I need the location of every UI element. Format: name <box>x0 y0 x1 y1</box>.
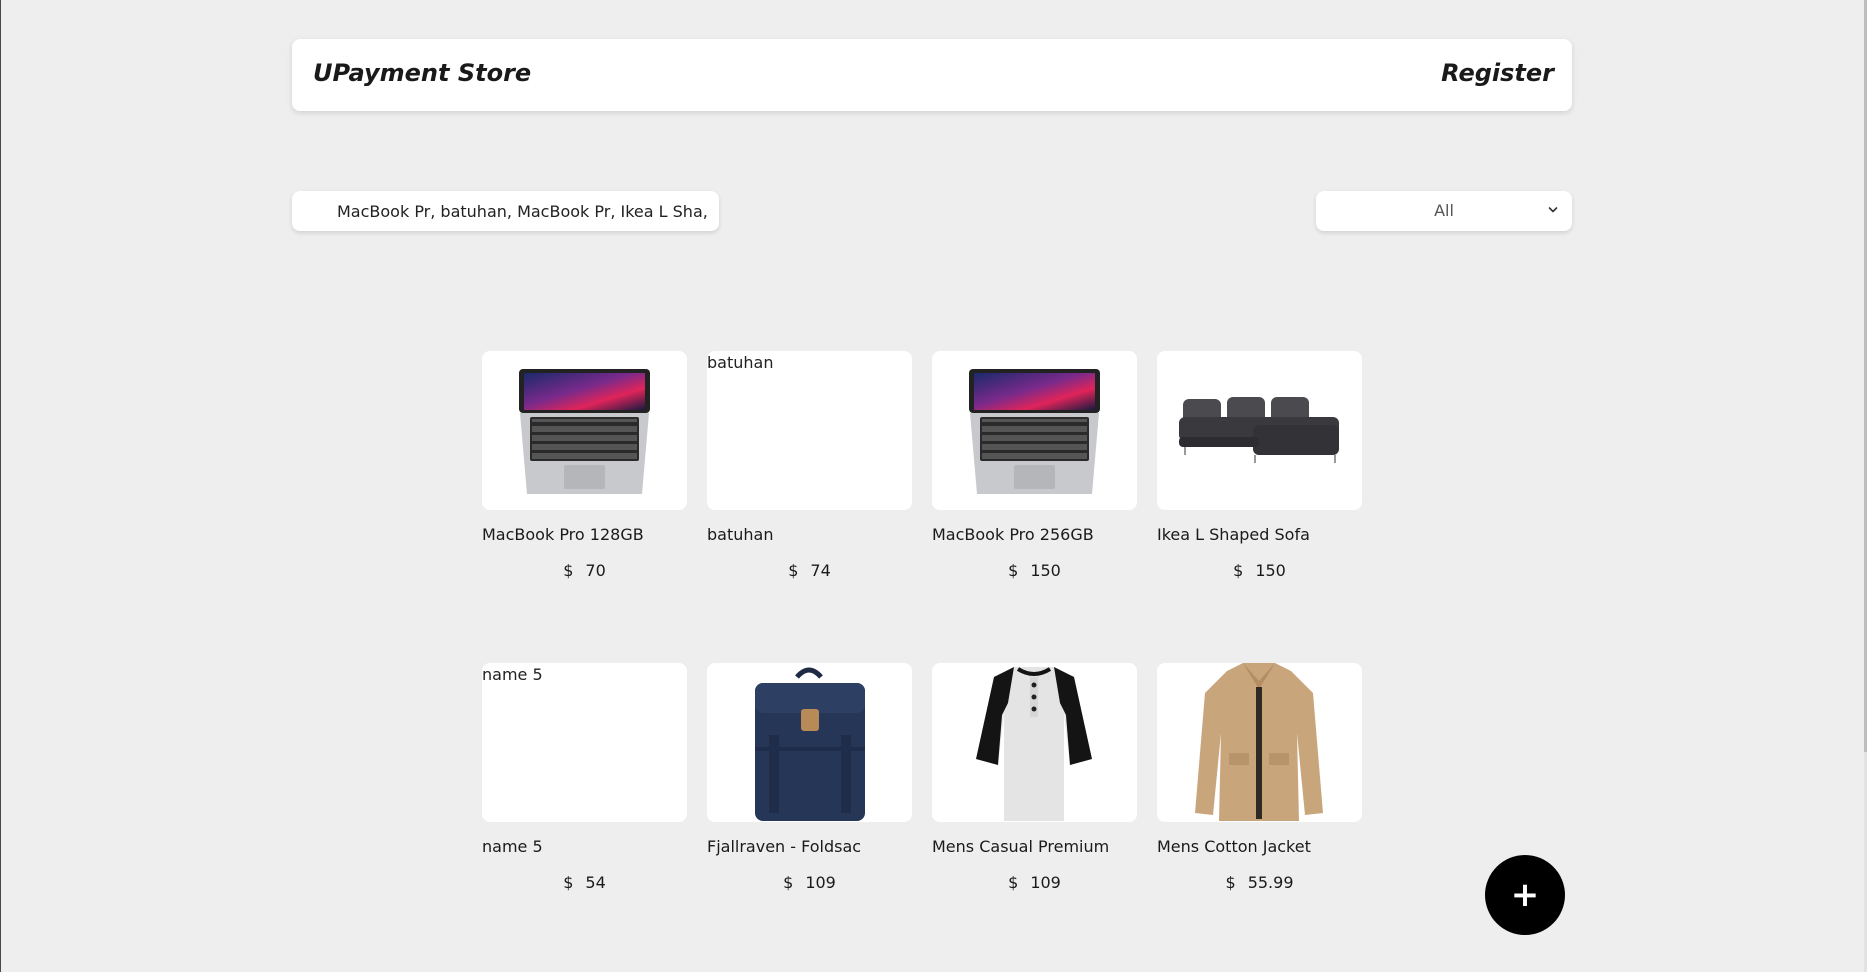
search-input[interactable] <box>292 191 719 231</box>
product-image[interactable] <box>932 663 1137 822</box>
laptop-image <box>969 369 1100 494</box>
price-value: 150 <box>1255 561 1286 580</box>
currency-symbol: $ <box>1225 873 1236 892</box>
currency-symbol: $ <box>563 561 574 580</box>
currency-symbol: $ <box>563 873 574 892</box>
product-card[interactable]: batuhan batuhan $74 <box>707 351 912 580</box>
product-card[interactable]: Mens Casual Premium $109 <box>932 663 1137 892</box>
navbar: UPayment Store Register <box>292 39 1572 111</box>
product-price: $70 <box>482 561 687 580</box>
product-price: $54 <box>482 873 687 892</box>
product-price: $55.99 <box>1157 873 1362 892</box>
product-card[interactable]: MacBook Pro 128GB $70 <box>482 351 687 580</box>
sofa-image <box>1179 397 1339 463</box>
category-select-value: All <box>1434 201 1454 220</box>
product-name[interactable]: batuhan <box>707 525 773 544</box>
currency-symbol: $ <box>1233 561 1244 580</box>
product-name[interactable]: Fjallraven - Foldsac <box>707 837 861 856</box>
product-name[interactable]: Mens Cotton Jacket <box>1157 837 1311 856</box>
product-image[interactable] <box>1157 663 1362 822</box>
currency-symbol: $ <box>1008 561 1019 580</box>
price-value: 150 <box>1030 561 1061 580</box>
price-value: 55.99 <box>1247 873 1294 892</box>
register-link[interactable]: Register <box>1441 59 1554 87</box>
product-price: $74 <box>707 561 912 580</box>
product-card[interactable]: name 5 name 5 $54 <box>482 663 687 892</box>
add-product-button[interactable]: + <box>1485 855 1565 935</box>
product-image[interactable]: batuhan <box>707 351 912 510</box>
backpack-image <box>755 667 865 821</box>
currency-symbol: $ <box>783 873 794 892</box>
laptop-image <box>519 369 650 494</box>
broken-image-alt: batuhan <box>707 353 774 372</box>
product-card[interactable]: Fjallraven - Foldsac $109 <box>707 663 912 892</box>
product-image[interactable] <box>1157 351 1362 510</box>
product-price: $109 <box>707 873 912 892</box>
product-image[interactable] <box>482 351 687 510</box>
product-price: $150 <box>1157 561 1362 580</box>
broken-image-alt: name 5 <box>482 665 543 684</box>
product-price: $150 <box>932 561 1137 580</box>
product-card[interactable]: Ikea L Shaped Sofa $150 <box>1157 351 1362 580</box>
product-image[interactable]: name 5 <box>482 663 687 822</box>
tshirt-image <box>976 667 1092 821</box>
chevron-down-icon <box>1548 207 1558 213</box>
product-card[interactable]: Mens Cotton Jacket $55.99 <box>1157 663 1362 892</box>
price-value: 54 <box>585 873 606 892</box>
currency-symbol: $ <box>1008 873 1019 892</box>
product-price: $109 <box>932 873 1137 892</box>
product-image[interactable] <box>707 663 912 822</box>
product-name[interactable]: Ikea L Shaped Sofa <box>1157 525 1310 544</box>
price-value: 70 <box>585 561 606 580</box>
window-edge <box>0 0 1 972</box>
price-value: 109 <box>1030 873 1061 892</box>
product-card[interactable]: MacBook Pro 256GB $150 <box>932 351 1137 580</box>
product-name[interactable]: name 5 <box>482 837 543 856</box>
currency-symbol: $ <box>788 561 799 580</box>
store-brand[interactable]: UPayment Store <box>313 59 531 87</box>
product-name[interactable]: MacBook Pro 128GB <box>482 525 644 544</box>
plus-icon: + <box>1510 875 1540 915</box>
product-name[interactable]: Mens Casual Premium <box>932 837 1109 856</box>
product-image[interactable] <box>932 351 1137 510</box>
product-name[interactable]: MacBook Pro 256GB <box>932 525 1094 544</box>
price-value: 74 <box>810 561 831 580</box>
category-select[interactable]: All <box>1316 191 1572 231</box>
page: UPayment Store Register All <box>0 0 1867 972</box>
price-value: 109 <box>805 873 836 892</box>
jacket-image <box>1195 663 1323 821</box>
